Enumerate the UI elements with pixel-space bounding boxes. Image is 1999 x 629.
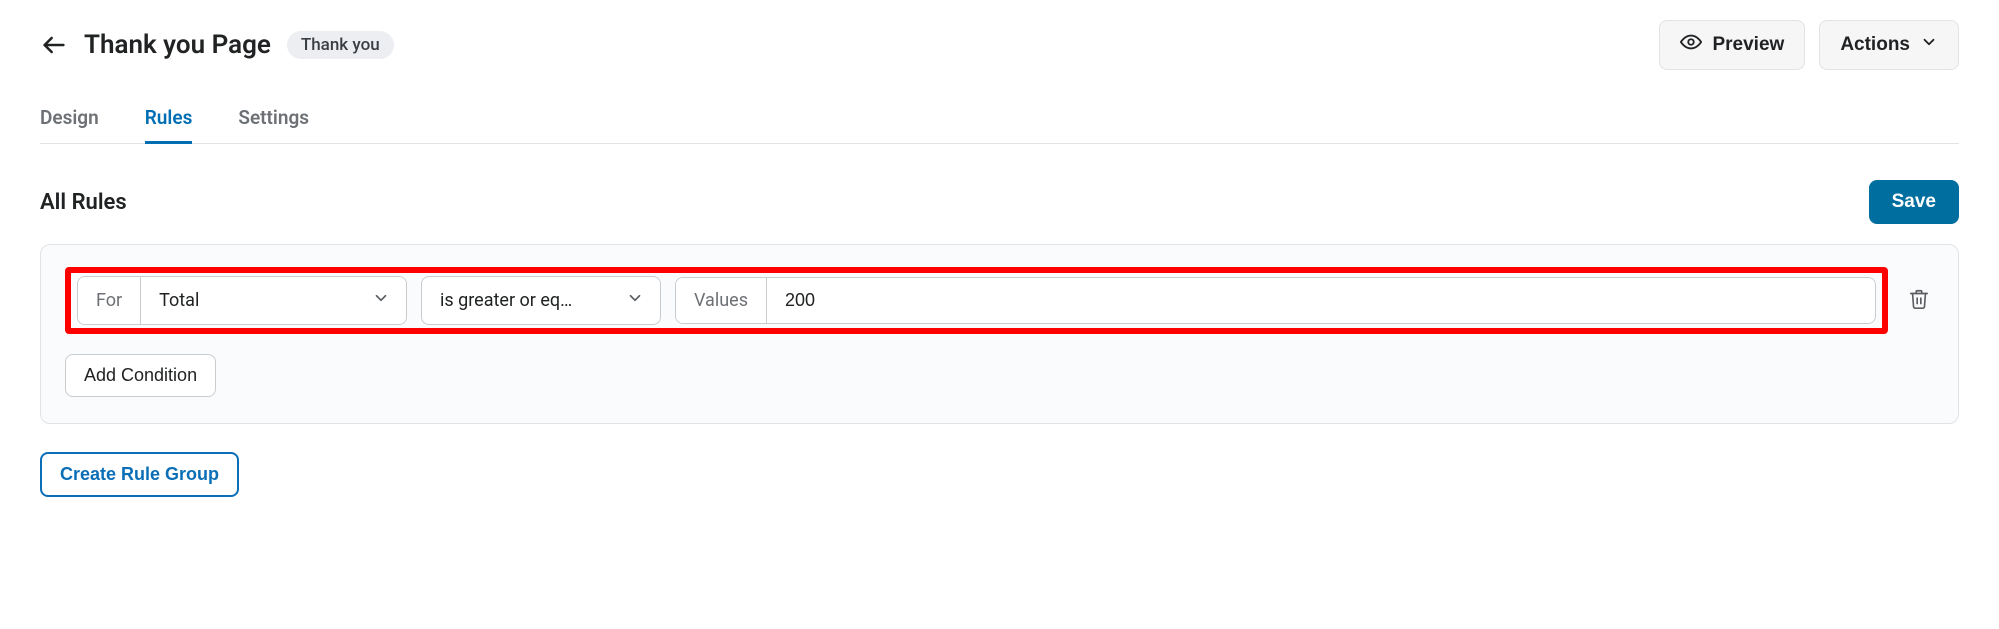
- header-actions: Preview Actions: [1659, 20, 1959, 70]
- for-prefix-label: For: [78, 277, 141, 324]
- header-left: Thank you Page Thank you: [40, 30, 394, 60]
- section-title: All Rules: [40, 190, 127, 215]
- rule-condition-row: For Total is greater or eq… Values: [65, 267, 1934, 334]
- delete-condition-button[interactable]: [1904, 284, 1934, 318]
- actions-button-label: Actions: [1840, 34, 1910, 56]
- values-input[interactable]: [767, 278, 1875, 323]
- save-button[interactable]: Save: [1869, 180, 1959, 224]
- values-field-group: Values: [675, 277, 1876, 324]
- tab-settings[interactable]: Settings: [238, 106, 309, 143]
- for-field-value: Total: [159, 290, 199, 311]
- add-condition-button[interactable]: Add Condition: [65, 354, 216, 397]
- preview-button[interactable]: Preview: [1659, 20, 1805, 70]
- back-arrow-icon[interactable]: [40, 31, 68, 59]
- operator-value: is greater or eq…: [440, 290, 572, 311]
- page-header: Thank you Page Thank you Preview Actions: [40, 20, 1959, 70]
- chevron-down-icon: [626, 289, 644, 312]
- page-title: Thank you Page: [84, 30, 271, 60]
- for-field-group: For Total: [77, 276, 407, 325]
- rule-group-card: For Total is greater or eq… Values: [40, 244, 1959, 424]
- section-header: All Rules Save: [40, 180, 1959, 224]
- tab-design[interactable]: Design: [40, 106, 99, 143]
- preview-button-label: Preview: [1712, 34, 1784, 56]
- tabs: Design Rules Settings: [40, 106, 1959, 144]
- operator-select[interactable]: is greater or eq…: [421, 276, 661, 325]
- highlighted-rule-row: For Total is greater or eq… Values: [65, 267, 1888, 334]
- trash-icon: [1908, 288, 1930, 314]
- eye-icon: [1680, 31, 1702, 59]
- tab-rules[interactable]: Rules: [145, 106, 193, 143]
- actions-dropdown-button[interactable]: Actions: [1819, 20, 1959, 70]
- values-prefix-label: Values: [676, 278, 767, 323]
- chevron-down-icon: [372, 289, 390, 312]
- create-rule-group-button[interactable]: Create Rule Group: [40, 452, 239, 497]
- for-field-select[interactable]: Total: [141, 277, 406, 324]
- page-type-badge: Thank you: [287, 31, 394, 59]
- chevron-down-icon: [1920, 33, 1938, 57]
